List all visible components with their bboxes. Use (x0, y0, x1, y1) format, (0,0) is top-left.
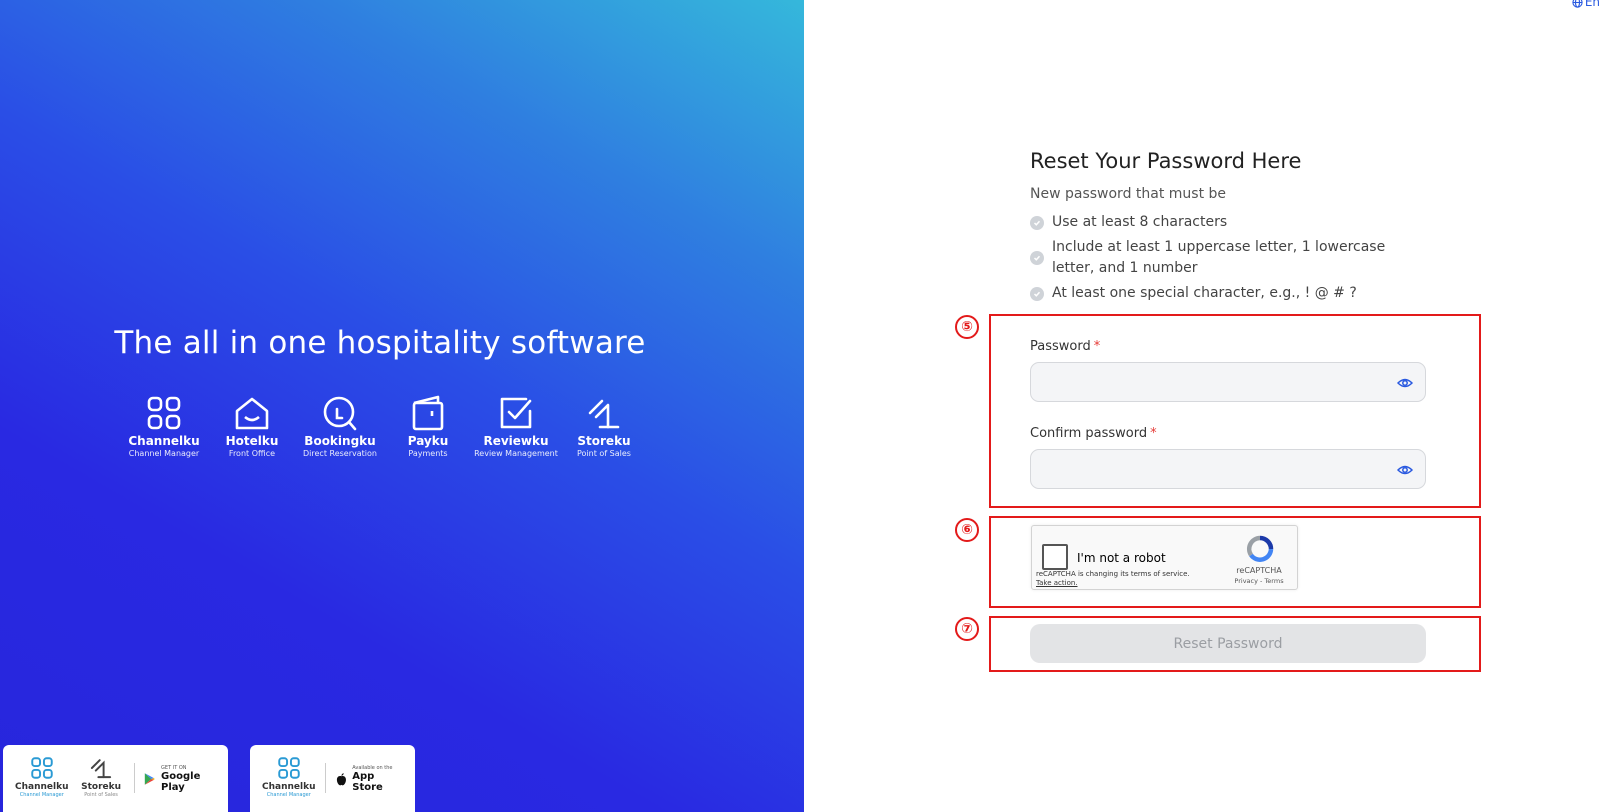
product-payku: Payku Payments (384, 393, 472, 458)
hero-title: The all in one hospitality software (114, 325, 646, 361)
confirm-password-field[interactable] (1030, 449, 1426, 489)
mini-app-storeku: Storeku Point of Sales (78, 755, 123, 798)
product-channelku: Channelku Channel Manager (120, 393, 208, 458)
recaptcha-checkbox[interactable] (1042, 544, 1068, 570)
search-bubble-icon (323, 396, 357, 431)
product-subtitle: Payments (408, 449, 448, 458)
app-store-download-card[interactable]: Channelku Channel Manager Available on t… (250, 745, 415, 812)
eye-icon[interactable] (1397, 375, 1413, 391)
mini-app-name: Channelku (262, 782, 316, 792)
recaptcha-label: I'm not a robot (1077, 551, 1166, 565)
product-name: Hotelku (225, 434, 279, 448)
globe-icon (1572, 0, 1583, 8)
storeku-icon (588, 399, 620, 429)
house-icon (235, 397, 269, 430)
product-subtitle: Front Office (228, 449, 276, 458)
divider (133, 763, 135, 793)
confirm-password-label: Confirm password * (1030, 426, 1157, 441)
password-rule: Use at least 8 characters (1030, 212, 1430, 233)
google-play-badge[interactable]: GET IT ON Google Play (144, 765, 216, 793)
mini-app-subtitle: Point of Sales (84, 792, 118, 798)
product-subtitle: Direct Reservation (303, 449, 377, 458)
product-name: Bookingku (304, 434, 376, 448)
password-label: Password * (1030, 339, 1100, 354)
password-rule: Include at least 1 uppercase letter, 1 l… (1030, 237, 1430, 279)
hero-panel: The all in one hospitality software Chan… (0, 0, 804, 812)
check-square-icon (500, 397, 532, 429)
page-title: Reset Your Password Here (1030, 149, 1302, 173)
badge-store-name: Google Play (161, 771, 201, 793)
product-subtitle: Channel Manager (128, 449, 200, 458)
reset-password-button[interactable]: Reset Password (1030, 624, 1426, 663)
google-play-download-card[interactable]: Channelku Channel Manager Storeku Point … (3, 745, 228, 812)
product-subtitle: Review Management (474, 449, 558, 458)
mini-app-subtitle: Channel Manager (19, 792, 64, 798)
password-rule-text: At least one special character, e.g., ! … (1052, 285, 1357, 301)
product-storeku: Storeku Point of Sales (560, 393, 648, 458)
product-name: Payku (407, 434, 449, 448)
password-rules-list: Use at least 8 characters Include at lea… (1030, 212, 1430, 308)
product-list: Channelku Channel Manager Hotelku Front … (120, 393, 648, 458)
required-mark: * (1093, 339, 1101, 354)
storeku-icon (90, 759, 112, 779)
mini-app-name: Storeku (81, 782, 122, 792)
password-requirements-intro: New password that must be (1030, 186, 1227, 202)
recaptcha-privacy-terms[interactable]: Privacy - Terms (1231, 577, 1287, 585)
mini-app-channelku: Channelku Channel Manager (15, 755, 68, 798)
mini-app-channelku: Channelku Channel Manager (262, 755, 315, 798)
product-name: Channelku (128, 434, 200, 448)
mini-app-subtitle: Channel Manager (266, 792, 311, 798)
wallet-icon (412, 395, 444, 431)
divider (325, 763, 327, 793)
mini-app-name: Channelku (15, 782, 69, 792)
product-subtitle: Point of Sales (577, 449, 631, 458)
product-name: Storeku (577, 434, 631, 448)
product-bookingku: Bookingku Direct Reservation (296, 393, 384, 458)
language-label: En (1584, 0, 1600, 9)
recaptcha-notice-text: reCAPTCHA is changing its terms of servi… (1036, 570, 1190, 578)
password-rule-text: Use at least 8 characters (1052, 214, 1228, 230)
google-play-icon (145, 773, 156, 785)
product-hotelku: Hotelku Front Office (208, 393, 296, 458)
grid-icon (31, 757, 53, 779)
apple-icon (337, 773, 347, 786)
annotation-marker-6: ⑥ (955, 518, 979, 542)
annotation-marker-7: ⑦ (955, 617, 979, 641)
grid-icon (147, 396, 181, 430)
annotation-marker-5: ⑤ (955, 315, 979, 339)
recaptcha-logo-icon (1247, 535, 1274, 562)
password-rule-text: Include at least 1 uppercase letter, 1 l… (1052, 239, 1386, 276)
password-label-text: Password (1030, 339, 1091, 354)
recaptcha-brand: reCAPTCHA (1236, 566, 1282, 575)
check-circle-icon (1030, 251, 1044, 265)
badge-store-name: App Store (352, 771, 383, 793)
check-circle-icon (1030, 215, 1044, 230)
product-reviewku: Reviewku Review Management (472, 393, 560, 458)
check-circle-icon (1030, 286, 1044, 301)
confirm-password-input[interactable] (1031, 450, 1425, 488)
app-store-badge[interactable]: Available on the App Store (336, 765, 403, 793)
password-field[interactable] (1030, 362, 1426, 402)
required-mark: * (1150, 426, 1157, 441)
grid-icon (278, 757, 300, 779)
password-rule: At least one special character, e.g., ! … (1030, 283, 1430, 304)
recaptcha-notice: reCAPTCHA is changing its terms of servi… (1036, 570, 1190, 588)
eye-icon[interactable] (1397, 462, 1413, 478)
recaptcha-widget: I'm not a robot reCAPTCHA is changing it… (1031, 525, 1298, 590)
password-input[interactable] (1031, 363, 1425, 401)
confirm-password-label-text: Confirm password (1030, 426, 1148, 441)
recaptcha-take-action-link[interactable]: Take action. (1036, 579, 1190, 588)
language-selector[interactable]: En (1572, 0, 1600, 9)
product-name: Reviewku (483, 434, 549, 448)
